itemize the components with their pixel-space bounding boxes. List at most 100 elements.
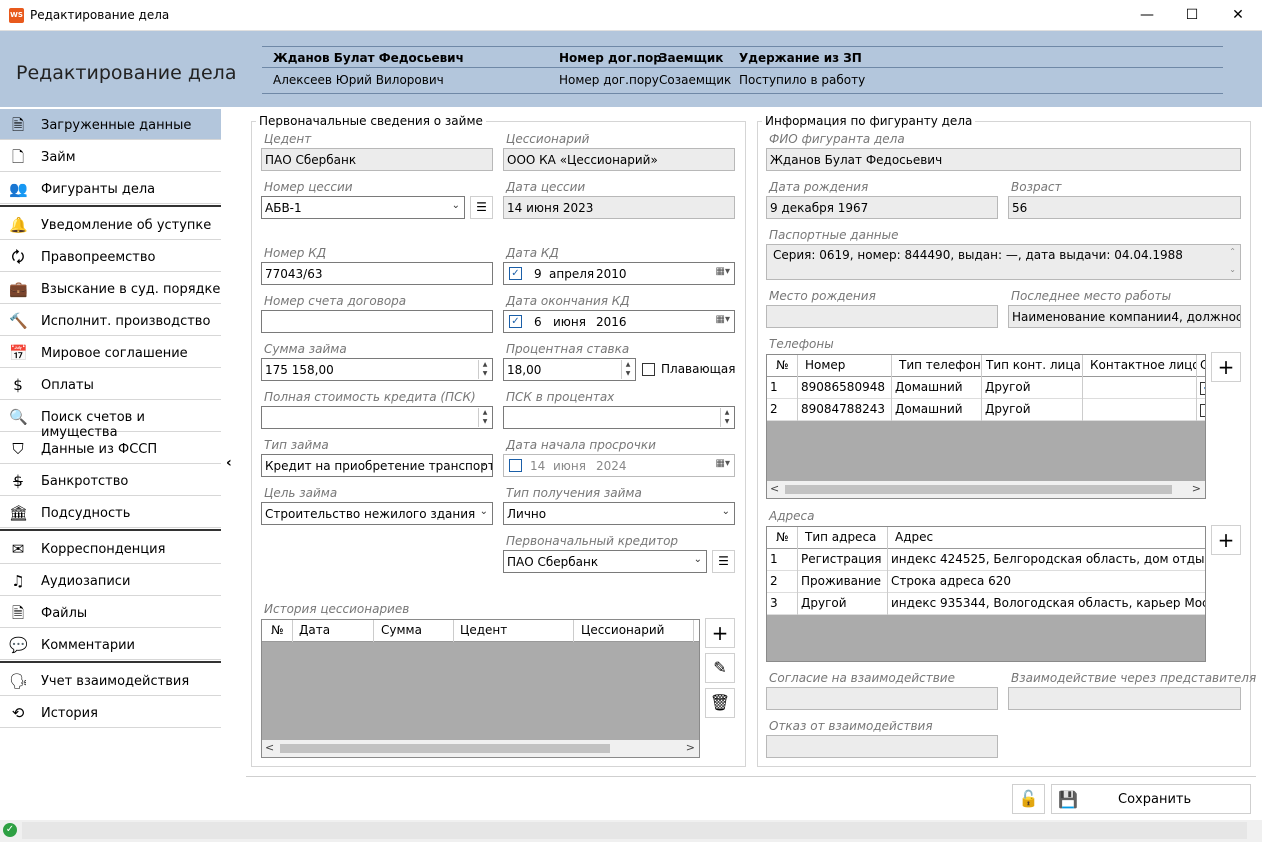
edit-icon[interactable]: ✎ bbox=[705, 653, 735, 683]
sidebar-item-assignment-notice[interactable]: 🔔 Уведомление об уступке bbox=[0, 209, 221, 240]
loan-type-select[interactable]: Кредит на приобретение транспортно ⌄ bbox=[261, 454, 493, 477]
psk-pct-stepper[interactable]: ▲ ▼ bbox=[720, 408, 733, 427]
calendar-dropdown-icon[interactable]: ▦▾ bbox=[716, 314, 730, 325]
close-icon[interactable]: ✕ bbox=[1215, 0, 1261, 31]
cedent-field[interactable]: ПАО Сбербанк bbox=[261, 148, 493, 171]
row-checkbox[interactable]: ✓ bbox=[1200, 382, 1205, 395]
header-deduction-1: Удержание из ЗП bbox=[739, 51, 862, 65]
scroll-down-icon[interactable]: ⌄ bbox=[1229, 265, 1236, 274]
table-row[interactable]: 2 Проживание Строка адреса 620 bbox=[767, 571, 1205, 593]
fio-field[interactable]: Жданов Булат Федосьевич bbox=[766, 148, 1241, 171]
header-contract-2[interactable]: Номер дог.пору bbox=[559, 73, 659, 87]
sidebar-item-court-recovery[interactable]: 💼 Взыскание в суд. порядке bbox=[0, 273, 221, 304]
birth-field[interactable]: 9 декабря 1967 bbox=[766, 196, 998, 219]
sidebar-item-asset-search[interactable]: 🔍 Поиск счетов и имущества bbox=[0, 401, 221, 440]
add-icon[interactable]: + bbox=[705, 618, 735, 648]
birthplace-field[interactable] bbox=[766, 305, 998, 328]
document-download-icon: 🗎 bbox=[11, 116, 25, 134]
cessionary-field[interactable]: ООО КА «Цессионарий» bbox=[503, 148, 735, 171]
table-row[interactable]: 3 Другой индекс 935344, Вологодская обла… bbox=[767, 593, 1205, 615]
phones-table[interactable]: № Номер Тип телефона Тип конт. лица Конт… bbox=[766, 354, 1206, 499]
add-phone-icon[interactable]: + bbox=[1211, 352, 1241, 382]
kd-end-picker[interactable]: ✓ 6 июня 2016 ▦▾ bbox=[503, 310, 735, 333]
chevron-down-icon: ⌄ bbox=[479, 458, 488, 469]
floating-checkbox[interactable] bbox=[642, 363, 655, 376]
collapse-sidebar-icon[interactable]: ‹ bbox=[226, 455, 232, 471]
header-role-2[interactable]: Созаемщик bbox=[659, 73, 731, 87]
unlock-icon[interactable]: 🔓 bbox=[1012, 784, 1045, 814]
amount-field[interactable]: 175 158,00 ▲ ▼ bbox=[261, 358, 493, 381]
psk-stepper[interactable]: ▲ ▼ bbox=[478, 408, 491, 427]
consent-field[interactable] bbox=[766, 687, 998, 710]
sidebar-item-comments[interactable]: 💬 Комментарии bbox=[0, 629, 221, 660]
comment-icon: 💬 bbox=[9, 636, 28, 654]
sidebar-item-payments[interactable]: $ Оплаты bbox=[0, 369, 221, 400]
amount-stepper[interactable]: ▲ ▼ bbox=[478, 360, 491, 379]
sidebar-item-audio[interactable]: ♫ Аудиозаписи bbox=[0, 565, 221, 596]
refusal-field[interactable] bbox=[766, 735, 998, 758]
calendar-dropdown-icon[interactable]: ▦▾ bbox=[716, 266, 730, 277]
table-row[interactable]: 1 Регистрация индекс 424525, Белгородска… bbox=[767, 549, 1205, 571]
kd-date-checkbox[interactable]: ✓ bbox=[509, 267, 522, 280]
cession-history-table[interactable]: № Дата Сумма Цедент Цессионарий < > bbox=[261, 619, 700, 758]
cession-date-field[interactable]: 14 июня 2023 bbox=[503, 196, 735, 219]
sidebar-item-bankruptcy[interactable]: $ Банкротство bbox=[0, 465, 221, 496]
table-row[interactable]: 1 89086580948 Домашний Другой ✓ bbox=[767, 377, 1205, 399]
age-field[interactable]: 56 bbox=[1008, 196, 1241, 219]
work-field[interactable]: Наименование компании4, должность: Д bbox=[1008, 305, 1241, 328]
sidebar-item-jurisdiction[interactable]: 🏛 Подсудность bbox=[0, 497, 221, 528]
rate-field[interactable]: 18,00 ▲ ▼ bbox=[503, 358, 636, 381]
maximize-icon[interactable]: ☐ bbox=[1169, 0, 1215, 31]
sidebar-item-history[interactable]: ⟲ История bbox=[0, 697, 221, 728]
list-icon[interactable]: ☰ bbox=[470, 196, 493, 219]
sidebar-item-persons[interactable]: 👥 Фигуранты дела bbox=[0, 173, 221, 204]
creditor-select[interactable]: ПАО Сбербанк ⌄ bbox=[503, 550, 707, 573]
minimize-icon[interactable]: — bbox=[1124, 0, 1170, 31]
cession-no-select[interactable]: АБВ-1 ⌄ bbox=[261, 196, 465, 219]
sidebar-item-settlement[interactable]: 📅 Мировое соглашение bbox=[0, 337, 221, 368]
table-row[interactable]: 2 89084788243 Домашний Другой bbox=[767, 399, 1205, 421]
dollar-icon: $ bbox=[13, 376, 23, 394]
status-bar: ✓ bbox=[0, 820, 1262, 842]
sidebar-item-loan[interactable]: 🗋 Займ bbox=[0, 141, 221, 172]
sidebar-item-interactions[interactable]: 🗣 Учет взаимодействия bbox=[0, 665, 221, 696]
psk-pct-field[interactable]: ▲ ▼ bbox=[503, 406, 735, 429]
scroll-up-icon[interactable]: ⌃ bbox=[1229, 247, 1236, 256]
horizontal-scrollbar[interactable]: < > bbox=[767, 481, 1205, 498]
sidebar-item-correspondence[interactable]: ✉ Корреспонденция bbox=[0, 533, 221, 564]
sidebar-item-succession[interactable]: 🗘 Правопреемство bbox=[0, 241, 221, 272]
account-field[interactable] bbox=[261, 310, 493, 333]
header-name-2[interactable]: Алексеев Юрий Вилорович bbox=[273, 73, 444, 87]
add-address-icon[interactable]: + bbox=[1211, 525, 1241, 555]
via-rep-field[interactable] bbox=[1008, 687, 1241, 710]
badge-icon: ⛉ bbox=[12, 440, 24, 458]
header-deduction-2[interactable]: Поступило в работу bbox=[739, 73, 865, 87]
rate-stepper[interactable]: ▲ ▼ bbox=[621, 360, 634, 379]
purpose-select[interactable]: Строительство нежилого здания ⌄ bbox=[261, 502, 493, 525]
addresses-table[interactable]: № Тип адреса Адрес 1 Регистрация индекс … bbox=[766, 526, 1206, 662]
row-checkbox[interactable] bbox=[1200, 404, 1205, 417]
chevron-down-icon: ⌄ bbox=[479, 506, 488, 517]
no-money-icon: $ bbox=[13, 472, 23, 490]
delete-icon[interactable]: 🗑 bbox=[705, 688, 735, 718]
sidebar-item-fssp[interactable]: ⛉ Данные из ФССП bbox=[0, 433, 221, 464]
list-icon[interactable]: ☰ bbox=[712, 550, 735, 573]
refusal-label: Отказ от взаимодействия bbox=[769, 719, 933, 733]
save-button[interactable]: 💾 Сохранить bbox=[1051, 784, 1251, 814]
horizontal-scrollbar[interactable]: < > bbox=[262, 740, 699, 757]
kd-end-checkbox[interactable]: ✓ bbox=[509, 315, 522, 328]
passport-field[interactable]: Серия: 0619, номер: 844490, выдан: —, да… bbox=[766, 244, 1241, 280]
psk-field[interactable]: ▲ ▼ bbox=[261, 406, 493, 429]
overdue-picker[interactable]: 14 июня 2024 ▦▾ bbox=[503, 454, 735, 477]
sidebar-item-files[interactable]: 🗎 Файлы bbox=[0, 597, 221, 628]
sidebar-item-loaded-data[interactable]: 🗎 Загруженные данные bbox=[0, 109, 221, 140]
header-role-1: Заемщик bbox=[659, 51, 724, 65]
sidebar-item-enforcement[interactable]: 🔨 Исполнит. производство bbox=[0, 305, 221, 336]
table-header: № Тип адреса Адрес bbox=[767, 527, 1205, 549]
calendar-dropdown-icon[interactable]: ▦▾ bbox=[716, 458, 730, 469]
kd-date-picker[interactable]: ✓ 9 апреля 2010 ▦▾ bbox=[503, 262, 735, 285]
receive-select[interactable]: Лично ⌄ bbox=[503, 502, 735, 525]
cessionary-label: Цессионарий bbox=[506, 132, 590, 146]
overdue-checkbox[interactable] bbox=[509, 459, 522, 472]
kd-no-field[interactable]: 77043/63 bbox=[261, 262, 493, 285]
